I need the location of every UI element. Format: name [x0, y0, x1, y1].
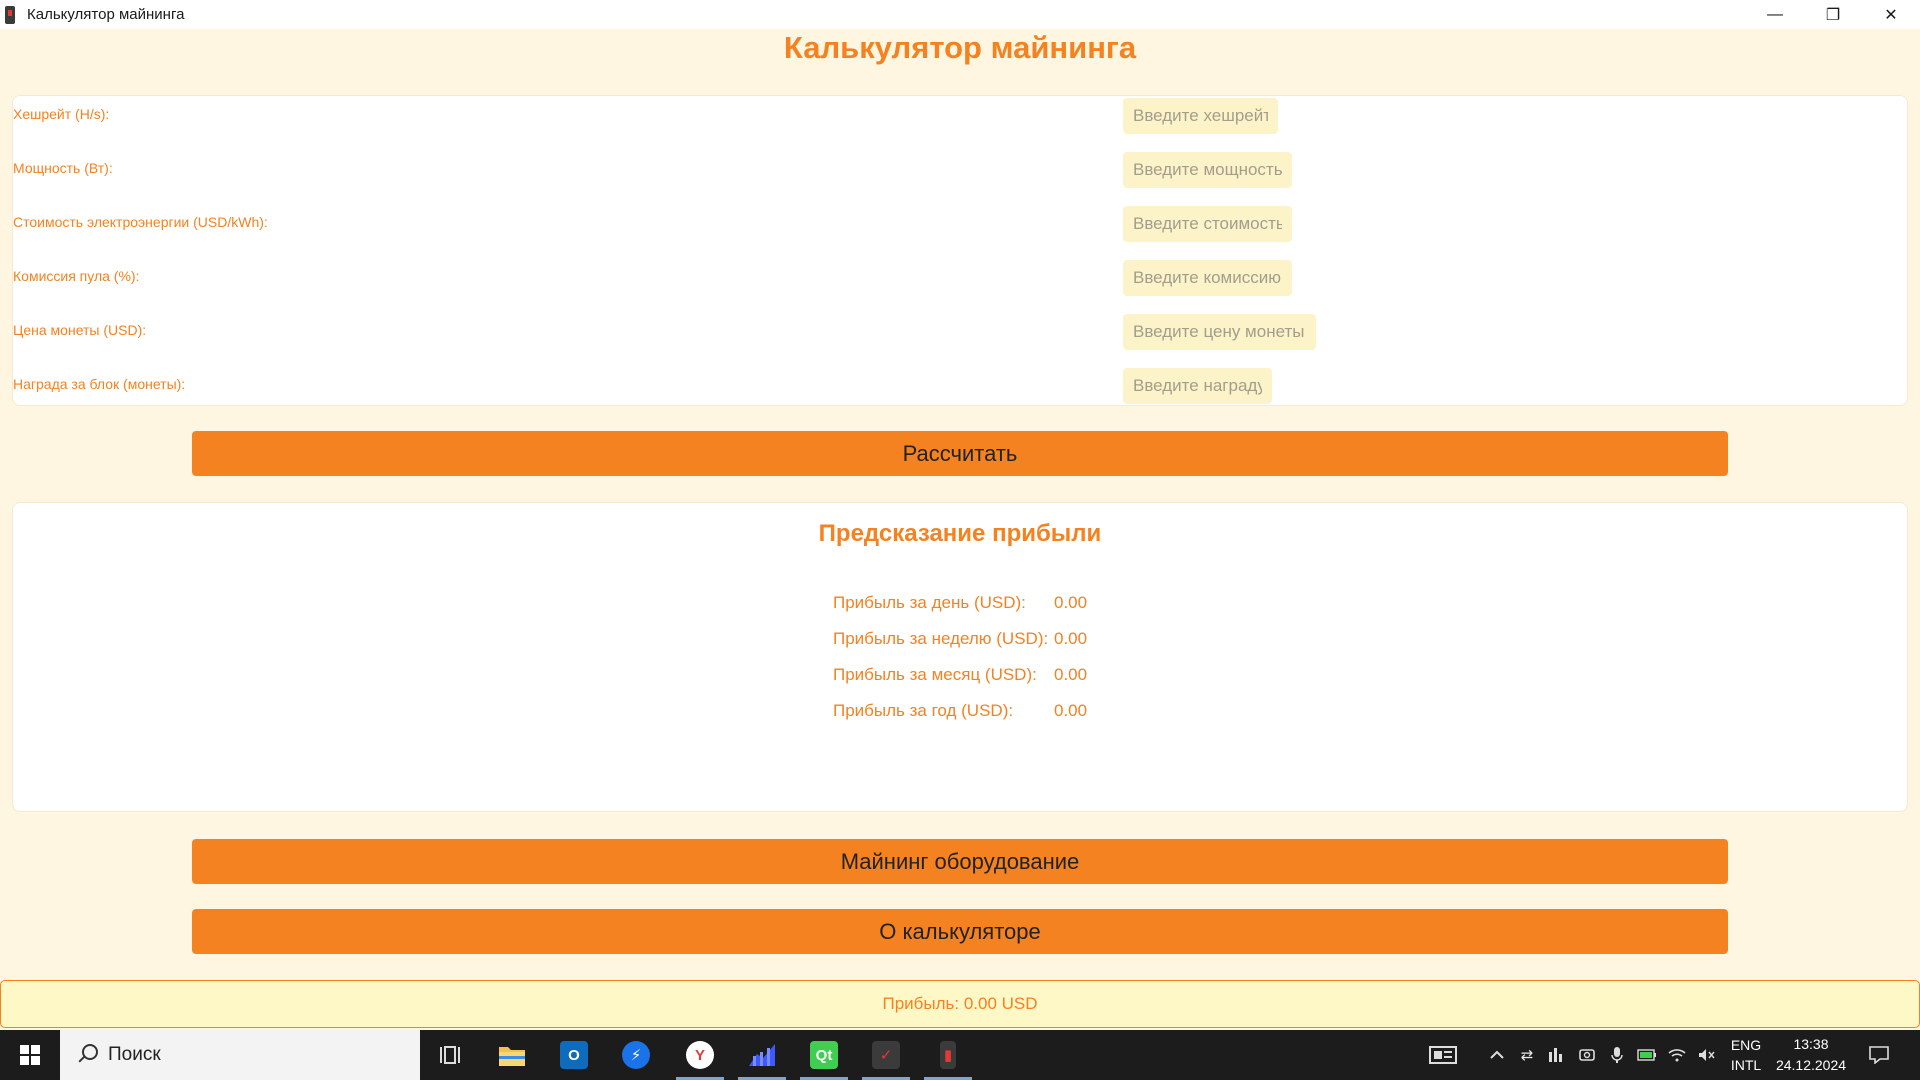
profit-status-bar: Прибыль: 0.00 USD [0, 980, 1920, 1028]
electricity-cost-row: Стоимость электроэнергии (USD/kWh): [13, 204, 1907, 242]
task-view-icon[interactable] [422, 1030, 478, 1080]
network-sync-icon[interactable]: ⇄ [1516, 1044, 1538, 1066]
app-icon [5, 5, 15, 24]
clock-time[interactable]: 13:38 [1766, 1036, 1856, 1052]
profit-year-value: 0.00 [1054, 701, 1088, 720]
search-icon [76, 1044, 98, 1066]
search-placeholder: Поиск [108, 1044, 161, 1065]
app-bolt-icon[interactable]: ⚡ [608, 1030, 664, 1080]
stats-icon[interactable] [1545, 1044, 1567, 1066]
taskbar: Поиск O ⚡ Y Qt ✓ ▮ ⇄ ENG INTL 13:38 24.1… [0, 1030, 1920, 1080]
microphone-icon[interactable] [1606, 1044, 1628, 1066]
chevron-up-icon[interactable] [1486, 1044, 1508, 1066]
profit-year-label: Прибыль за год (USD): [833, 701, 1014, 720]
profit-day-value: 0.00 [1054, 593, 1088, 612]
calculator-app-icon[interactable]: ▮ [920, 1030, 976, 1080]
clock-date[interactable]: 24.12.2024 [1766, 1057, 1856, 1073]
inputs-panel: Хешрейт (H/s): Мощность (Вт): Стоимость … [12, 95, 1908, 406]
mining-equipment-button[interactable]: Майнинг оборудование [192, 839, 1728, 884]
profit-month-label: Прибыль за месяц (USD): [833, 665, 1037, 684]
profit-prediction-panel: Предсказание прибыли Прибыль за день (US… [12, 502, 1908, 812]
volume-muted-icon[interactable] [1696, 1044, 1718, 1066]
taskbar-search[interactable]: Поиск [60, 1030, 420, 1080]
yandex-browser-icon[interactable]: Y [672, 1030, 728, 1080]
block-reward-row: Награда за блок (монеты): [13, 366, 1907, 404]
electricity-cost-label: Стоимость электроэнергии (USD/kWh): [13, 214, 268, 230]
profit-month-value: 0.00 [1054, 665, 1088, 684]
about-calculator-button[interactable]: О калькуляторе [192, 909, 1728, 954]
block-reward-label: Награда за блок (монеты): [13, 376, 186, 392]
start-button[interactable] [0, 1030, 60, 1080]
block-reward-input[interactable] [1123, 368, 1272, 404]
mining-app-icon[interactable]: ✓ [858, 1030, 914, 1080]
profit-day-label: Прибыль за день (USD): [833, 593, 1026, 612]
minimize-button[interactable]: — [1746, 0, 1804, 29]
power-row: Мощность (Вт): [13, 150, 1907, 188]
hashrate-input[interactable] [1123, 98, 1278, 134]
profit-prediction-title: Предсказание прибыли [818, 520, 1102, 547]
language-indicator-bottom[interactable]: INTL [1726, 1057, 1766, 1073]
window-controls: — ❐ ✕ [1746, 0, 1920, 29]
chart-app-icon[interactable] [734, 1030, 790, 1080]
file-explorer-icon[interactable] [484, 1030, 540, 1080]
electricity-cost-input[interactable] [1123, 206, 1292, 242]
coin-price-label: Цена монеты (USD): [13, 322, 147, 338]
window-title: Калькулятор майнинга [27, 6, 185, 23]
wifi-icon[interactable] [1666, 1044, 1688, 1066]
news-widget-icon[interactable] [1428, 1044, 1458, 1066]
page-title: Калькулятор майнинга [783, 30, 1137, 65]
profit-week-value: 0.00 [1054, 629, 1088, 648]
windows-logo-icon [20, 1045, 40, 1065]
pool-fee-input[interactable] [1123, 260, 1292, 296]
qt-creator-icon[interactable]: Qt [796, 1030, 852, 1080]
pool-fee-label: Комиссия пула (%): [13, 268, 140, 284]
power-label: Мощность (Вт): [13, 160, 113, 176]
language-indicator-top[interactable]: ENG [1726, 1037, 1766, 1053]
hashrate-row: Хешрейт (H/s): [13, 96, 1907, 134]
pool-fee-row: Комиссия пула (%): [13, 258, 1907, 296]
hashrate-label: Хешрейт (H/s): [13, 106, 110, 122]
profit-week-label: Прибыль за неделю (USD): [833, 629, 1049, 648]
close-button[interactable]: ✕ [1862, 0, 1920, 29]
camera-icon[interactable] [1576, 1044, 1598, 1066]
coin-price-row: Цена монеты (USD): [13, 312, 1907, 350]
coin-price-input[interactable] [1123, 314, 1316, 350]
calculate-button[interactable]: Рассчитать [192, 431, 1728, 476]
outlook-icon[interactable]: O [546, 1030, 602, 1080]
restore-button[interactable]: ❐ [1804, 0, 1862, 29]
window-titlebar: Калькулятор майнинга — ❐ ✕ [0, 0, 1920, 29]
battery-icon[interactable] [1636, 1044, 1658, 1066]
notifications-icon[interactable] [1868, 1044, 1890, 1066]
power-input[interactable] [1123, 152, 1292, 188]
